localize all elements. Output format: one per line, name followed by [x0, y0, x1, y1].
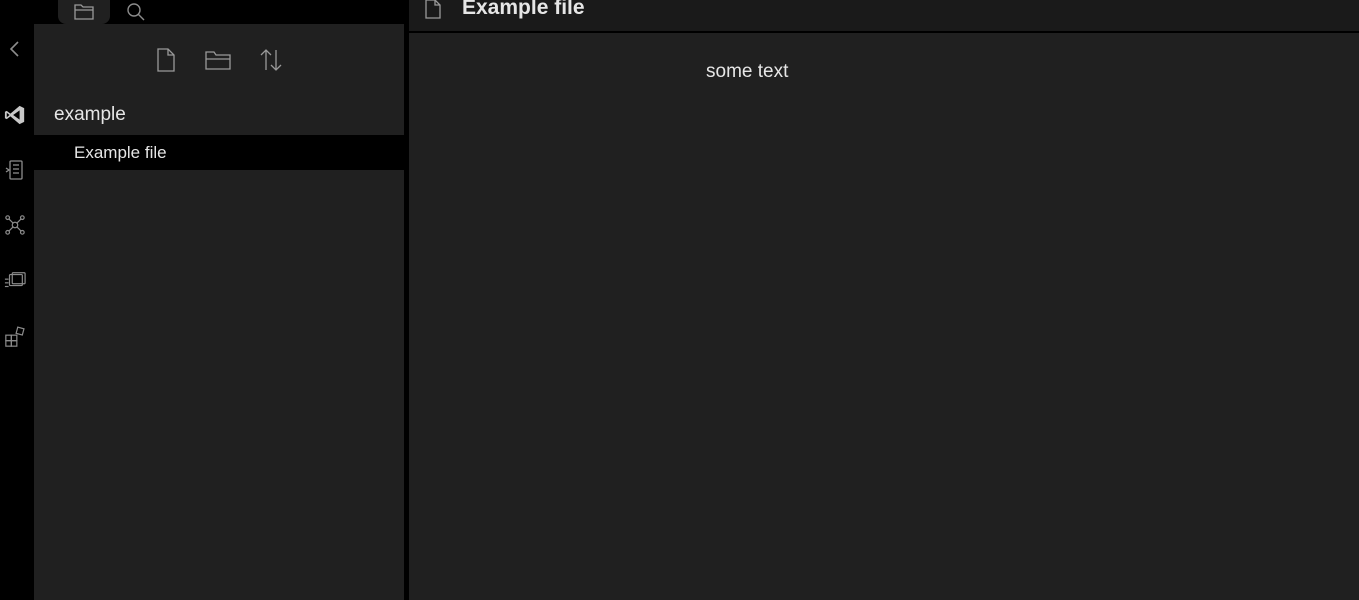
note-body-text[interactable]: some text: [706, 61, 788, 83]
file-item-label: Example file: [74, 142, 167, 162]
plugins-icon[interactable]: [4, 326, 26, 348]
collapse-chevron-icon[interactable]: [4, 38, 26, 60]
file-item-example-file[interactable]: Example file: [34, 135, 404, 170]
vault-folder-title[interactable]: example: [54, 104, 126, 126]
editor-pane: Example file some text: [409, 0, 1359, 600]
view-header: Example file: [409, 0, 1359, 33]
tab-search[interactable]: [124, 0, 148, 24]
sidebar-tab-strip: [34, 0, 409, 24]
new-folder-icon: [205, 51, 231, 70]
search-icon: [127, 3, 145, 21]
file-explorer-sidebar: example Example file: [34, 24, 409, 600]
editor-content[interactable]: some text: [409, 33, 1359, 600]
ribbon: [0, 0, 34, 600]
cards-icon[interactable]: [4, 270, 26, 292]
sort-button[interactable]: [255, 44, 287, 76]
new-folder-button[interactable]: [202, 44, 234, 76]
graph-icon[interactable]: [4, 214, 26, 236]
file-explorer-icon: [74, 4, 94, 20]
new-note-button[interactable]: [150, 44, 182, 76]
view-header-title[interactable]: Example file: [462, 0, 585, 20]
outline-icon[interactable]: [4, 159, 26, 181]
new-note-icon: [157, 48, 175, 72]
tab-file-explorer[interactable]: [58, 0, 110, 24]
sort-icon: [260, 49, 282, 71]
vscode-icon[interactable]: [4, 104, 26, 126]
document-icon: [423, 0, 443, 21]
file-explorer-nav: [34, 44, 409, 76]
